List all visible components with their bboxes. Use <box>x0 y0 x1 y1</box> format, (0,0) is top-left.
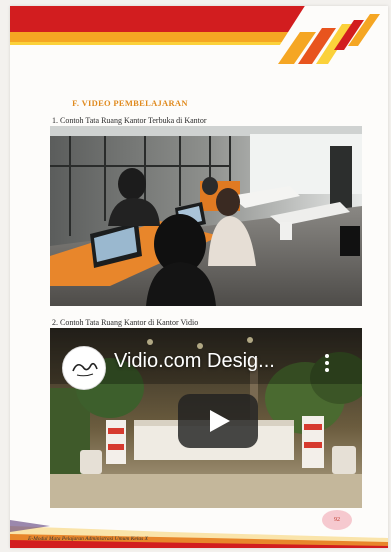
document-page: F. VIDEO PEMBELAJARAN 1. Contoh Tata Rua… <box>10 6 388 548</box>
play-icon <box>210 410 230 432</box>
section-title: F. VIDEO PEMBELAJARAN <box>72 98 188 108</box>
open-office-illustration <box>50 126 362 306</box>
embedded-video-player[interactable]: Vidio.com Desig... <box>50 328 362 508</box>
item-caption-1: 1. Contoh Tata Ruang Kantor Terbuka di K… <box>52 116 207 125</box>
play-button[interactable] <box>178 394 258 448</box>
footer-text: E-Modul Mata Pelajaran Administrasi Umum… <box>28 536 148 542</box>
header-stripes-decoration <box>278 14 380 64</box>
open-office-photo <box>50 126 362 306</box>
item-caption-2: 2. Contoh Tata Ruang Kantor di Kantor Vi… <box>52 318 199 327</box>
video-title[interactable]: Vidio.com Desig... <box>114 350 275 373</box>
channel-logo-icon[interactable] <box>62 346 106 390</box>
kebab-menu-icon[interactable] <box>322 352 332 374</box>
page-number: 92 <box>334 517 340 523</box>
